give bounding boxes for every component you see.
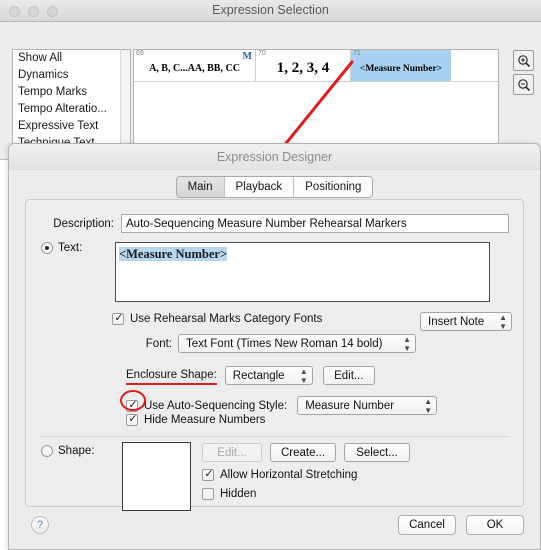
hide-measure-numbers-label: Hide Measure Numbers bbox=[144, 414, 265, 426]
enclosure-shape-value: Rectangle bbox=[233, 370, 285, 382]
expression-text: A, B, C...AA, BB, CC bbox=[149, 63, 240, 74]
chevron-updown-icon: ▲▼ bbox=[499, 313, 507, 331]
expression-id: 70 bbox=[258, 50, 266, 57]
text-editor-value: <Measure Number> bbox=[119, 247, 227, 261]
auto-sequencing-row: Use Auto-Sequencing Style: Measure Numbe… bbox=[126, 396, 437, 415]
text-radio[interactable] bbox=[41, 242, 53, 254]
use-category-fonts-row[interactable]: Use Rehearsal Marks Category Fonts bbox=[112, 313, 322, 325]
description-label: Description: bbox=[41, 218, 121, 230]
expression-designer-title: Expression Designer bbox=[9, 144, 540, 170]
expression-selection-body: Show All Dynamics Tempo Marks Tempo Alte… bbox=[0, 22, 541, 160]
use-category-fonts-checkbox[interactable] bbox=[112, 313, 124, 325]
expression-row: 69 M A, B, C...AA, BB, CC 70 1, 2, 3, 4 … bbox=[134, 50, 498, 82]
zoom-controls[interactable] bbox=[513, 50, 534, 95]
description-input[interactable] bbox=[121, 214, 509, 233]
expression-cell[interactable]: 70 1, 2, 3, 4 bbox=[256, 50, 351, 81]
expression-cell-selected[interactable]: 71 <Measure Number> bbox=[351, 50, 451, 81]
shape-select-button[interactable]: Select... bbox=[344, 443, 410, 462]
category-item-expressive-text[interactable]: Expressive Text bbox=[13, 118, 120, 135]
shape-buttons: Edit... Create... Select... bbox=[202, 443, 410, 462]
dialog-action-buttons: Cancel OK bbox=[398, 515, 524, 535]
enclosure-underline-annotation bbox=[126, 383, 217, 385]
tab-playback[interactable]: Playback bbox=[225, 177, 295, 197]
main-tab-panel: Description: Text: <Measure Number> Inse… bbox=[25, 199, 524, 507]
hidden-option-label: Hidden bbox=[220, 488, 256, 500]
tab-positioning[interactable]: Positioning bbox=[294, 177, 372, 197]
hidden-option-checkbox[interactable] bbox=[202, 488, 214, 500]
ok-button[interactable]: OK bbox=[466, 515, 524, 535]
auto-sequencing-style-dropdown[interactable]: Measure Number ▲▼ bbox=[297, 396, 437, 415]
expression-id: 69 bbox=[136, 50, 144, 57]
expression-text: <Measure Number> bbox=[360, 64, 442, 74]
zoom-out-icon[interactable] bbox=[513, 74, 534, 95]
hide-measure-numbers-row[interactable]: Hide Measure Numbers bbox=[126, 414, 265, 426]
expression-corner-marker: M bbox=[243, 51, 252, 62]
chevron-updown-icon: ▲▼ bbox=[403, 335, 411, 353]
enclosure-shape-dropdown[interactable]: Rectangle ▲▼ bbox=[225, 366, 313, 385]
tab-bar: Main Playback Positioning bbox=[9, 176, 540, 198]
auto-sequencing-style-value: Measure Number bbox=[305, 400, 394, 412]
auto-sequencing-label: Use Auto-Sequencing Style: bbox=[144, 400, 287, 412]
allow-horizontal-stretching-row[interactable]: Allow Horizontal Stretching bbox=[202, 469, 357, 481]
zoom-in-icon[interactable] bbox=[513, 50, 534, 71]
description-row: Description: bbox=[41, 214, 509, 233]
enclosure-shape-label-text: Enclosure Shape: bbox=[126, 369, 217, 381]
enclosure-shape-row: Enclosure Shape: Rectangle ▲▼ Edit... bbox=[126, 366, 375, 385]
hide-measure-numbers-checkbox[interactable] bbox=[126, 414, 138, 426]
allow-horizontal-stretching-checkbox[interactable] bbox=[202, 469, 214, 481]
expression-selection-window: Expression Selection Show All Dynamics T… bbox=[0, 0, 541, 160]
use-category-fonts-label: Use Rehearsal Marks Category Fonts bbox=[130, 313, 322, 325]
font-label: Font: bbox=[138, 338, 178, 350]
expression-id: 71 bbox=[353, 50, 361, 57]
enclosure-edit-button[interactable]: Edit... bbox=[323, 366, 375, 385]
shape-radio-label: Shape: bbox=[58, 445, 94, 457]
category-item-dynamics[interactable]: Dynamics bbox=[13, 67, 120, 84]
text-row: Text: <Measure Number> bbox=[41, 242, 509, 302]
insert-note-label: Insert Note bbox=[428, 316, 484, 328]
expression-selection-titlebar: Expression Selection bbox=[0, 0, 541, 22]
hidden-option-row[interactable]: Hidden bbox=[202, 488, 256, 500]
chevron-updown-icon: ▲▼ bbox=[300, 367, 308, 385]
expression-cell[interactable]: 69 M A, B, C...AA, BB, CC bbox=[134, 50, 256, 81]
shape-edit-button[interactable]: Edit... bbox=[202, 443, 262, 462]
allow-horizontal-stretching-label: Allow Horizontal Stretching bbox=[220, 469, 357, 481]
shape-row: Shape: bbox=[41, 445, 94, 457]
font-value: Text Font (Times New Roman 14 bold) bbox=[186, 338, 382, 350]
auto-sequencing-checkbox-annotation bbox=[120, 390, 146, 411]
section-divider bbox=[40, 436, 509, 437]
expression-designer-dialog: Expression Designer Main Playback Positi… bbox=[8, 143, 541, 550]
text-radio-label: Text: bbox=[58, 242, 115, 254]
font-row: Font: Text Font (Times New Roman 14 bold… bbox=[138, 334, 416, 353]
dialog-footer: ? Cancel OK bbox=[9, 507, 540, 549]
enclosure-shape-label: Enclosure Shape: bbox=[126, 369, 217, 382]
expression-text: 1, 2, 3, 4 bbox=[277, 60, 330, 77]
help-button[interactable]: ? bbox=[31, 516, 49, 534]
screenshot-root: Expression Selection Show All Dynamics T… bbox=[0, 0, 541, 550]
shape-radio[interactable] bbox=[41, 445, 53, 457]
expression-selection-title: Expression Selection bbox=[0, 3, 541, 17]
chevron-updown-icon: ▲▼ bbox=[424, 397, 432, 415]
shape-preview[interactable] bbox=[122, 442, 191, 511]
category-item-show-all[interactable]: Show All bbox=[13, 50, 120, 67]
category-item-tempo-marks[interactable]: Tempo Marks bbox=[13, 84, 120, 101]
shape-create-button[interactable]: Create... bbox=[270, 443, 336, 462]
text-editor[interactable]: <Measure Number> bbox=[115, 242, 490, 302]
tab-main[interactable]: Main bbox=[177, 177, 225, 197]
font-dropdown[interactable]: Text Font (Times New Roman 14 bold) ▲▼ bbox=[178, 334, 416, 353]
category-item-tempo-alterations[interactable]: Tempo Alteratio... bbox=[13, 101, 120, 118]
insert-note-dropdown[interactable]: Insert Note ▲▼ bbox=[420, 312, 512, 331]
cancel-button[interactable]: Cancel bbox=[398, 515, 456, 535]
